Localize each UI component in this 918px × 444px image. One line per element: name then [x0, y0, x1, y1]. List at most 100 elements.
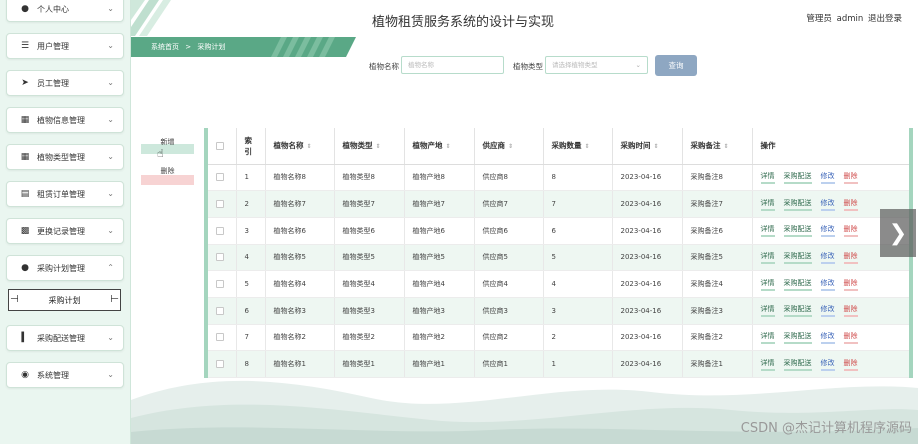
row-dispatch-link[interactable]: 采购配送: [783, 331, 812, 344]
cell-name: 植物名称5: [265, 244, 335, 272]
sidebar-item-purchase-dispatch[interactable]: ▍ 采购配送管理 ⌄: [6, 325, 124, 351]
row-delete-link[interactable]: 删除: [843, 331, 858, 344]
row-detail-link[interactable]: 详情: [760, 278, 775, 291]
row-delete-link[interactable]: 删除: [843, 358, 858, 371]
row-detail-link[interactable]: 详情: [760, 331, 775, 344]
row-detail-link[interactable]: 详情: [760, 224, 775, 238]
row-select-cell[interactable]: [208, 244, 237, 272]
column-header-qty[interactable]: 采购数量 ⇕: [543, 128, 613, 165]
row-delete-link[interactable]: 删除: [843, 224, 858, 238]
row-edit-link[interactable]: 修改: [820, 331, 835, 344]
row-select-cell[interactable]: [208, 297, 237, 325]
cell-name: 植物名称4: [265, 270, 335, 298]
column-header-supplier[interactable]: 供应商 ⇕: [474, 128, 544, 165]
sort-icon[interactable]: ⇕: [446, 143, 451, 150]
row-delete-link[interactable]: 删除: [843, 171, 858, 184]
next-arrow-button[interactable]: ❯: [880, 209, 916, 257]
chevron-down-icon: ⌄: [107, 226, 114, 235]
row-checkbox[interactable]: [216, 280, 224, 289]
row-select-cell[interactable]: [208, 164, 237, 192]
row-detail-link[interactable]: 详情: [760, 358, 775, 371]
row-edit-link[interactable]: 修改: [820, 358, 835, 371]
sidebar-item-profile[interactable]: ● 个人中心 ⌄: [6, 0, 124, 22]
select-all-checkbox[interactable]: [216, 142, 224, 151]
sidebar-item-purchase-plans[interactable]: ● 采购计划管理 ⌃: [6, 255, 124, 281]
sidebar-item-staff[interactable]: ➤ 员工管理 ⌄: [6, 70, 124, 96]
select-all-cell[interactable]: [208, 128, 237, 165]
row-dispatch-link[interactable]: 采购配送: [783, 171, 812, 184]
row-detail-link[interactable]: 详情: [760, 251, 775, 264]
row-checkbox[interactable]: [216, 333, 224, 342]
sidebar-item-plant-info[interactable]: ▦ 植物信息管理 ⌄: [6, 107, 124, 133]
row-checkbox[interactable]: [216, 173, 224, 182]
breadcrumb-current: 采购计划: [197, 43, 226, 51]
column-header-note[interactable]: 采购备注 ⇕: [682, 128, 753, 165]
sort-icon[interactable]: ⇕: [654, 143, 659, 150]
search-button[interactable]: 查询: [655, 55, 697, 76]
row-edit-link[interactable]: 修改: [820, 278, 835, 291]
row-select-cell[interactable]: [208, 324, 237, 352]
sort-icon[interactable]: ⇕: [307, 143, 312, 150]
breadcrumb-home[interactable]: 系统首页: [151, 43, 179, 51]
row-select-cell[interactable]: [208, 217, 237, 245]
row-dispatch-link[interactable]: 采购配送: [783, 251, 812, 264]
sidebar-item-label: 员工管理: [37, 78, 69, 88]
row-dispatch-link[interactable]: 采购配送: [783, 304, 812, 318]
cell-date: 2023-04-16: [612, 190, 683, 218]
cell-qty: 4: [543, 270, 613, 298]
grid-icon: ▦: [20, 115, 30, 125]
row-checkbox[interactable]: [216, 253, 224, 262]
sidebar-item-system[interactable]: ◉ 系统管理 ⌄: [6, 362, 124, 388]
cell-supplier: 供应商4: [474, 270, 544, 298]
sidebar-item-users[interactable]: ☰ 用户管理 ⌄: [6, 33, 124, 59]
table-row: 3 植物名称6 植物类型6 植物产地6 供应商6 6 2023-04-16 采购备注6 详情 采购…: [208, 217, 909, 245]
plant-name-input[interactable]: 植物名称: [401, 56, 504, 74]
row-edit-link[interactable]: 修改: [820, 251, 835, 264]
column-header-origin[interactable]: 植物产地 ⇕: [404, 128, 475, 165]
sort-icon[interactable]: ⇕: [508, 143, 513, 150]
row-select-cell[interactable]: [208, 190, 237, 218]
row-dispatch-link[interactable]: 采购配送: [783, 198, 812, 211]
row-delete-link[interactable]: 删除: [843, 251, 858, 264]
row-checkbox[interactable]: [216, 226, 224, 235]
row-detail-link[interactable]: 详情: [760, 198, 775, 211]
cell-index: 6: [236, 297, 266, 325]
row-dispatch-link[interactable]: 采购配送: [783, 278, 812, 291]
row-checkbox[interactable]: [216, 200, 224, 209]
row-dispatch-link[interactable]: 采购配送: [783, 358, 812, 371]
row-edit-link[interactable]: 修改: [820, 198, 835, 211]
row-detail-link[interactable]: 详情: [760, 171, 775, 184]
sort-icon[interactable]: ⇕: [376, 143, 381, 150]
row-edit-link[interactable]: 修改: [820, 224, 835, 238]
plant-type-placeholder: 请选择植物类型: [552, 61, 598, 69]
row-delete-link[interactable]: 删除: [843, 198, 858, 211]
row-checkbox[interactable]: [216, 360, 224, 369]
column-header-name[interactable]: 植物名称 ⇕: [265, 128, 335, 165]
sidebar-item-replacements[interactable]: ▩ 更换记录管理 ⌄: [6, 218, 124, 244]
sort-icon[interactable]: ⇕: [724, 143, 729, 150]
sidebar-subitem-purchase-plan[interactable]: ⊣ 采购计划 ⊢: [8, 289, 121, 311]
sidebar-item-label: 植物类型管理: [37, 152, 85, 162]
column-header-date[interactable]: 采购时间 ⇕: [612, 128, 683, 165]
delete-button[interactable]: 删除: [141, 168, 194, 185]
row-checkbox[interactable]: [216, 306, 224, 315]
row-select-cell[interactable]: [208, 270, 237, 298]
row-edit-link[interactable]: 修改: [820, 171, 835, 184]
user-icon: ●: [21, 263, 29, 273]
row-delete-link[interactable]: 删除: [843, 304, 858, 318]
row-edit-link[interactable]: 修改: [820, 304, 835, 318]
row-detail-link[interactable]: 详情: [760, 304, 775, 318]
row-delete-link[interactable]: 删除: [843, 278, 858, 291]
cell-note: 采购备注7: [682, 190, 753, 218]
row-dispatch-link[interactable]: 采购配送: [783, 224, 812, 238]
chevron-down-icon: ⌄: [107, 152, 114, 161]
add-button[interactable]: 新增: [141, 139, 194, 154]
sort-icon[interactable]: ⇕: [585, 143, 590, 150]
plant-type-select[interactable]: 请选择植物类型 ⌄: [545, 56, 648, 74]
logout-link[interactable]: 退出登录: [868, 14, 902, 24]
sidebar-item-plant-type[interactable]: ▦ 植物类型管理 ⌄: [6, 144, 124, 170]
sidebar-item-rental-orders[interactable]: ▤ 租赁订单管理 ⌄: [6, 181, 124, 207]
column-header-type[interactable]: 植物类型 ⇕: [334, 128, 405, 165]
user-role: 管理员: [806, 14, 832, 24]
sidebar-item-label: 系统管理: [37, 370, 69, 380]
